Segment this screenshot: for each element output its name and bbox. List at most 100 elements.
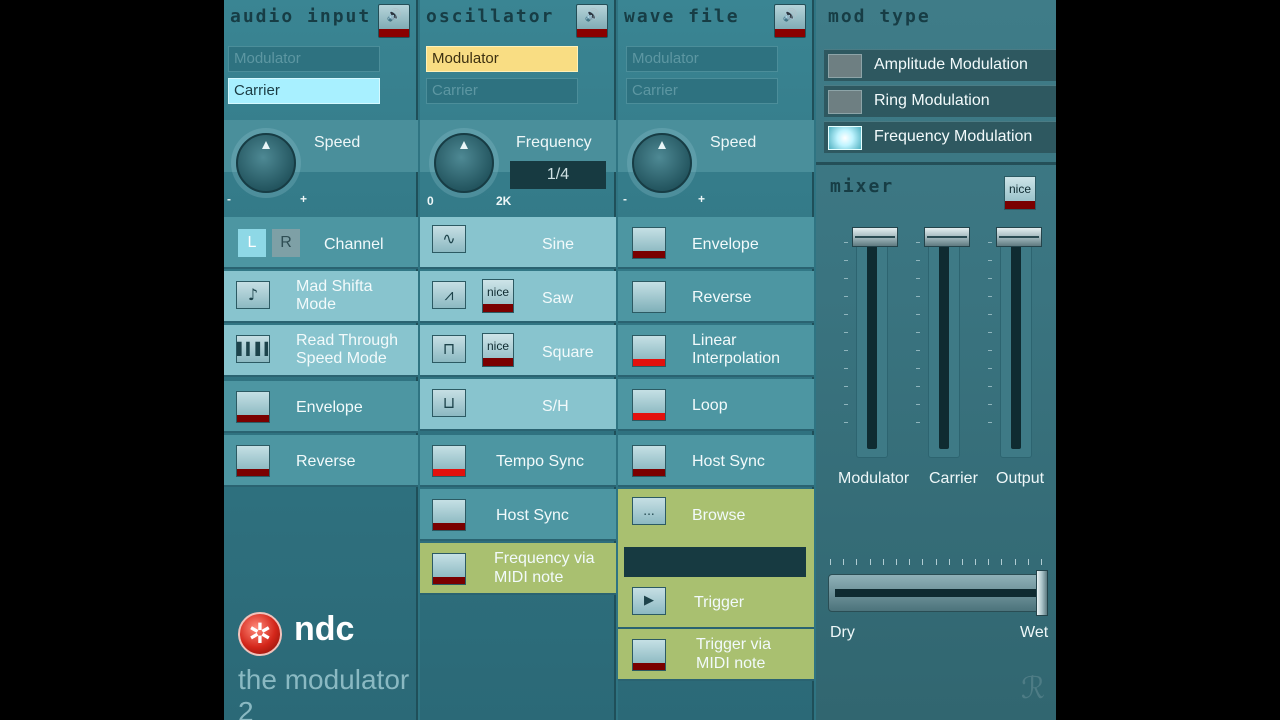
speaker-icon: 🔊 bbox=[782, 8, 798, 22]
oscillator-monitor-button[interactable]: 🔊 bbox=[576, 4, 608, 38]
dry-label: Dry bbox=[830, 624, 855, 641]
saw-nice-label: nice bbox=[486, 285, 509, 299]
mod-type-amplitude-option[interactable]: Amplitude Modulation bbox=[824, 49, 1056, 81]
freq-midi-row: Frequency via MIDI note bbox=[420, 543, 616, 595]
frequency-readout[interactable]: 1/4 bbox=[510, 161, 606, 189]
oscillator-carrier-select[interactable]: Carrier bbox=[426, 78, 578, 104]
carrier-fader-label: Carrier bbox=[929, 470, 978, 487]
read-through-label: Read Through Speed Mode bbox=[296, 332, 398, 367]
audio-input-section: audio input 🔊 Modulator Carrier Speed - … bbox=[224, 0, 418, 720]
output-fader-label: Output bbox=[996, 470, 1045, 487]
wave-speed-knob[interactable] bbox=[632, 133, 692, 193]
wave-reverse-button[interactable] bbox=[632, 281, 666, 313]
tempo-sync-row: Tempo Sync bbox=[420, 435, 616, 487]
saw-nice-button[interactable]: nice bbox=[482, 279, 514, 313]
sample-hold-button[interactable]: ⊔ bbox=[432, 389, 466, 417]
audio-input-modulator-select[interactable]: Modulator bbox=[228, 46, 380, 72]
square-nice-button[interactable]: nice bbox=[482, 333, 514, 367]
dry-wet-scale bbox=[830, 559, 1042, 565]
sh-row: ⊔ S/H bbox=[420, 379, 616, 431]
wave-speed-label: Speed bbox=[710, 134, 757, 151]
trigger-midi-label: Trigger via MIDI note bbox=[696, 636, 771, 672]
frequency-modulation-label: Frequency Modulation bbox=[874, 128, 1033, 145]
loop-button[interactable] bbox=[632, 389, 666, 421]
mad-shifta-label: Mad Shifta Mode bbox=[296, 278, 373, 313]
oscillator-title: oscillator bbox=[426, 6, 555, 27]
frequency-label: Frequency bbox=[516, 134, 592, 151]
browse-button[interactable]: ... bbox=[632, 497, 666, 525]
wave-file-title: wave file bbox=[624, 6, 740, 27]
sine-wave-button[interactable]: ∿ bbox=[432, 225, 466, 253]
output-fader[interactable] bbox=[996, 227, 1042, 458]
mixer-nice-label: nice bbox=[1008, 182, 1031, 196]
mod-type-frequency-option[interactable]: Frequency Modulation bbox=[824, 121, 1056, 153]
knob-max-label: + bbox=[300, 192, 308, 206]
wave-file-monitor-button[interactable]: 🔊 bbox=[774, 4, 806, 38]
saw-label: Saw bbox=[542, 290, 574, 307]
audio-input-carrier-select[interactable]: Carrier bbox=[228, 78, 380, 104]
wave-host-sync-row: Host Sync bbox=[618, 435, 814, 487]
osc-host-sync-button[interactable] bbox=[432, 499, 466, 531]
saw-row: ⩘ nice Saw bbox=[420, 271, 616, 323]
tempo-sync-button[interactable] bbox=[432, 445, 466, 477]
output-fader-scale bbox=[988, 242, 992, 440]
audio-reverse-label: Reverse bbox=[296, 453, 356, 470]
audio-input-monitor-button[interactable]: 🔊 bbox=[378, 4, 410, 38]
oscillator-modulator-select[interactable]: Modulator bbox=[426, 46, 578, 72]
wave-host-sync-label: Host Sync bbox=[692, 453, 765, 470]
trigger-button[interactable]: ▶ bbox=[632, 587, 666, 615]
trigger-midi-button[interactable] bbox=[632, 639, 666, 671]
frequency-modulation-toggle[interactable] bbox=[828, 126, 862, 150]
wave-modulator-select[interactable]: Modulator bbox=[626, 46, 778, 72]
channel-right-button[interactable]: R bbox=[272, 229, 300, 257]
wave-envelope-button[interactable] bbox=[632, 227, 666, 259]
dry-wet-handle[interactable] bbox=[1036, 570, 1048, 616]
audio-envelope-button[interactable] bbox=[236, 391, 270, 423]
sine-row: ∿ Sine bbox=[420, 217, 616, 269]
square-wave-button[interactable]: ⊓ bbox=[432, 335, 466, 363]
wave-file-section: wave file 🔊 Modulator Carrier Speed - + … bbox=[618, 0, 814, 720]
product-name: the modulator 2 bbox=[238, 664, 410, 720]
linear-interp-label: Linear Interpolation bbox=[692, 332, 781, 367]
wet-label: Wet bbox=[1020, 624, 1049, 641]
wave-knob-min-label: - bbox=[623, 192, 627, 206]
channel-left-button[interactable]: L bbox=[238, 229, 266, 257]
browse-label: Browse bbox=[692, 507, 746, 524]
speaker-icon: 🔊 bbox=[386, 8, 402, 22]
note-icon: ♪ bbox=[247, 285, 259, 304]
sample-hold-icon: ⊔ bbox=[442, 393, 456, 412]
modulator-plugin-window: audio input 🔊 Modulator Carrier Speed - … bbox=[224, 0, 1056, 720]
amplitude-modulation-label: Amplitude Modulation bbox=[874, 56, 1028, 73]
modulator-fader-handle[interactable] bbox=[852, 227, 898, 247]
oscillator-frequency-knob[interactable] bbox=[434, 133, 494, 193]
read-through-button[interactable]: ▌▍▌▍ bbox=[236, 335, 274, 363]
mixer-nice-button[interactable]: nice bbox=[1004, 176, 1036, 210]
amplitude-modulation-toggle[interactable] bbox=[828, 54, 862, 78]
audio-input-speed-knob[interactable] bbox=[236, 133, 296, 193]
modulator-fader[interactable] bbox=[852, 227, 898, 458]
carrier-fader-handle[interactable] bbox=[924, 227, 970, 247]
trigger-row: ▶ Trigger bbox=[618, 577, 814, 629]
audio-reverse-button[interactable] bbox=[236, 445, 270, 477]
wave-reverse-label: Reverse bbox=[692, 289, 752, 306]
knob-min-label: - bbox=[227, 192, 231, 206]
wave-file-name-display bbox=[624, 547, 806, 577]
audio-reverse-row: Reverse bbox=[224, 435, 418, 487]
dry-wet-slider[interactable] bbox=[828, 574, 1046, 612]
output-fader-handle[interactable] bbox=[996, 227, 1042, 247]
modulator-fader-scale bbox=[844, 242, 848, 440]
linear-interp-button[interactable] bbox=[632, 335, 666, 367]
wave-host-sync-button[interactable] bbox=[632, 445, 666, 477]
ndc-logo-text: ndc bbox=[294, 610, 355, 648]
wave-carrier-select[interactable]: Carrier bbox=[626, 78, 778, 104]
wave-envelope-row: Envelope bbox=[618, 217, 814, 269]
carrier-fader[interactable] bbox=[924, 227, 970, 458]
freq-midi-button[interactable] bbox=[432, 553, 466, 585]
mad-shifta-button[interactable]: ♪ bbox=[236, 281, 270, 309]
mod-type-title: mod type bbox=[828, 6, 931, 27]
sh-label: S/H bbox=[542, 398, 569, 415]
ring-modulation-toggle[interactable] bbox=[828, 90, 862, 114]
mod-type-ring-option[interactable]: Ring Modulation bbox=[824, 85, 1056, 117]
saw-wave-button[interactable]: ⩘ bbox=[432, 281, 466, 309]
ndc-logo-icon bbox=[238, 612, 282, 656]
